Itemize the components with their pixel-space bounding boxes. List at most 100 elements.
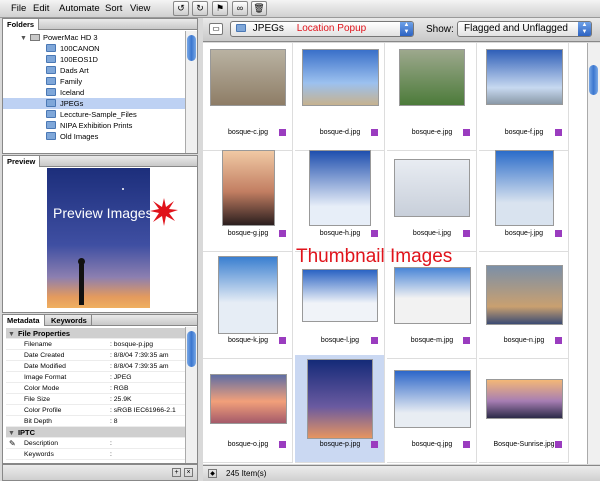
metadata-value[interactable]: : (110, 438, 112, 449)
thumbnail-cell[interactable]: bosque-d.jpg (295, 43, 385, 151)
flag-icon[interactable] (279, 129, 286, 136)
folder-icon (46, 132, 56, 140)
thumbnail-image[interactable] (399, 49, 465, 106)
thumbnail-image[interactable] (393, 266, 471, 324)
rotate-right-icon[interactable]: ↻ (192, 1, 208, 16)
thumbnail-cell[interactable]: bosque-j.jpg (479, 144, 569, 252)
rotate-left-icon[interactable]: ↺ (173, 1, 189, 16)
metadata-scroll-thumb[interactable] (187, 331, 196, 367)
tab-metadata[interactable]: Metadata (3, 315, 45, 326)
flag-icon[interactable] (463, 129, 470, 136)
binoculars-icon[interactable]: ∞ (232, 1, 248, 16)
thumbnail-cell[interactable]: bosque-c.jpg (203, 43, 293, 151)
flag-icon[interactable] (555, 441, 562, 448)
menu-automate[interactable]: Automate (59, 3, 100, 14)
edit-pencil-icon: ✎ (9, 439, 16, 448)
metadata-value: : 25.9K (110, 396, 132, 403)
folder-item[interactable]: Iceland (3, 87, 186, 98)
folder-item[interactable]: NIPA Exhibition Prints (3, 120, 186, 131)
thumbnail-cell[interactable]: bosque-k.jpg (203, 251, 293, 359)
grid-scrollbar[interactable] (587, 43, 600, 464)
folder-icon (46, 55, 56, 63)
metadata-value[interactable]: : (110, 449, 112, 460)
tab-keywords[interactable]: Keywords (47, 315, 92, 326)
menu-view[interactable]: View (130, 3, 150, 14)
folder-item[interactable]: Leccture-Sample_Files (3, 109, 186, 120)
folder-label: 100CANON (60, 44, 100, 53)
folder-icon (46, 77, 56, 85)
delete-pane-icon[interactable]: × (184, 468, 193, 477)
folder-icon (46, 110, 56, 118)
thumbnail-image[interactable] (485, 49, 563, 105)
menu-file[interactable]: File (11, 3, 26, 14)
metadata-section-header[interactable]: ▼ IPTC (6, 427, 189, 438)
thumbnail-image[interactable] (394, 159, 470, 217)
thumbnail-image[interactable] (302, 268, 378, 322)
folder-icon (46, 121, 56, 129)
thumbnail-image[interactable] (393, 370, 471, 428)
new-pane-icon[interactable]: + (172, 468, 181, 477)
thumbnail-cell[interactable]: bosque-o.jpg (203, 355, 293, 463)
thumbnail-image[interactable] (218, 256, 278, 334)
thumbnail-image[interactable] (209, 374, 287, 424)
thumbnail-cell[interactable]: bosque-h.jpg (295, 144, 385, 252)
folder-icon (46, 99, 56, 107)
flag-icon[interactable]: ⚑ (212, 1, 228, 16)
trash-icon[interactable]: 🗑 (251, 1, 267, 16)
folder-item[interactable]: 100EOS1D (3, 54, 186, 65)
thumbnail-cell[interactable]: bosque-q.jpg (387, 355, 477, 463)
thumbnail-cell[interactable]: bosque-e.jpg (387, 43, 477, 151)
metadata-value: : JPEG (110, 374, 132, 381)
metadata-scrollbar[interactable] (185, 327, 197, 463)
flag-icon[interactable] (555, 337, 562, 344)
thumbnail-cell[interactable]: Bosque-Sunrise.jpg (479, 355, 569, 463)
folder-label: Dads Art (60, 66, 89, 75)
thumbnail-cell[interactable]: bosque-p.jpg (295, 355, 385, 463)
tab-folders[interactable]: Folders (3, 19, 40, 30)
folders-scrollbar[interactable] (185, 31, 197, 153)
thumbnail-image[interactable] (301, 49, 379, 106)
metadata-section-header[interactable]: ▼ File Properties (6, 328, 189, 339)
location-annotation: Location Popup (296, 23, 367, 34)
thumbnail-cell[interactable]: bosque-g.jpg (203, 144, 293, 252)
flag-icon[interactable] (371, 129, 378, 136)
flag-icon[interactable] (279, 441, 286, 448)
folder-item[interactable]: Family (3, 76, 186, 87)
options-icon[interactable]: ◆ (208, 469, 217, 478)
folder-item[interactable]: Dads Art (3, 65, 186, 76)
flag-icon[interactable] (463, 337, 470, 344)
folder-item[interactable]: ▼ PowerMac HD 3 (3, 32, 186, 43)
flag-icon[interactable] (463, 230, 470, 237)
flag-icon[interactable] (279, 337, 286, 344)
thumbnail-image[interactable] (485, 379, 563, 419)
tab-preview[interactable]: Preview (3, 156, 41, 167)
folder-icon (46, 44, 56, 52)
flag-icon[interactable] (555, 230, 562, 237)
toggle-panes-icon[interactable]: ▭ (209, 23, 223, 35)
menu-edit[interactable]: Edit (33, 3, 49, 14)
flag-icon[interactable] (279, 230, 286, 237)
thumbnail-image[interactable] (309, 150, 371, 226)
thumbnail-image[interactable] (210, 49, 286, 106)
flag-icon[interactable] (371, 230, 378, 237)
folder-item[interactable]: Old Images (3, 131, 186, 142)
thumbnail-image[interactable] (307, 359, 373, 439)
flag-icon[interactable] (371, 337, 378, 344)
thumbnail-cell[interactable]: bosque-i.jpg (387, 144, 477, 252)
thumbnail-cell[interactable]: bosque-n.jpg (479, 251, 569, 359)
menu-sort[interactable]: Sort (105, 3, 122, 14)
folder-item[interactable]: JPEGs (3, 98, 186, 109)
thumbnail-image[interactable] (494, 150, 554, 226)
flag-icon[interactable] (463, 441, 470, 448)
grid-scroll-thumb[interactable] (589, 65, 598, 95)
thumbnail-image[interactable] (221, 150, 275, 226)
flag-icon[interactable] (555, 129, 562, 136)
thumbnail-image[interactable] (485, 265, 563, 325)
folder-item[interactable]: 100CANON (3, 43, 186, 54)
show-filter-popup[interactable]: Flagged and Unflagged ▲ ▼ (457, 21, 592, 37)
location-popup[interactable]: JPEGs Location Popup ▲ ▼ (230, 21, 414, 37)
folders-scroll-thumb[interactable] (187, 35, 196, 61)
flag-icon[interactable] (371, 441, 378, 448)
folder-label: Iceland (60, 88, 85, 97)
thumbnail-cell[interactable]: bosque-f.jpg (479, 43, 569, 151)
